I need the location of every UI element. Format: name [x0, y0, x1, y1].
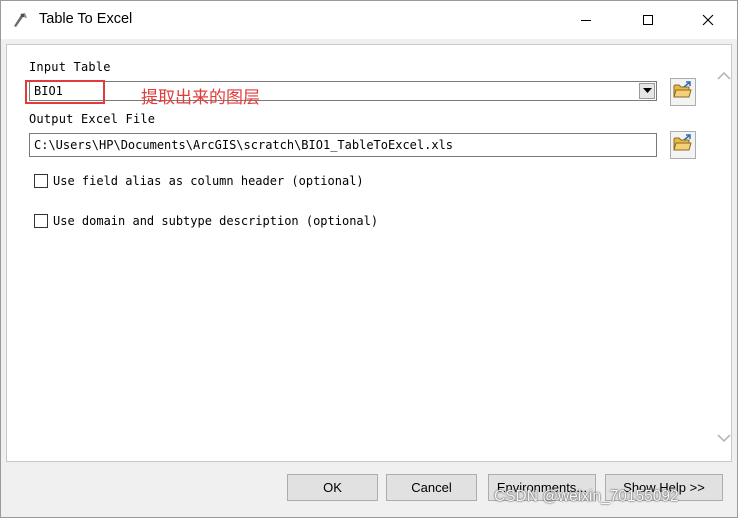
- close-button[interactable]: [685, 1, 731, 39]
- input-table-value: BIO1: [34, 84, 63, 98]
- field-alias-checkbox[interactable]: [34, 174, 48, 188]
- annotation-text: 提取出来的图层: [141, 88, 260, 108]
- cancel-button[interactable]: Cancel: [386, 474, 477, 501]
- input-table-label: Input Table: [29, 60, 111, 74]
- maximize-button[interactable]: [625, 1, 671, 39]
- ok-button[interactable]: OK: [287, 474, 378, 501]
- window-title: Table To Excel: [39, 11, 133, 27]
- dialog-window: Table To Excel Input Table BIO1 提取出来的图层: [0, 0, 738, 518]
- field-alias-option[interactable]: Use field alias as column header (option…: [34, 174, 364, 188]
- show-help-button[interactable]: Show Help >>: [605, 474, 723, 501]
- maximize-icon: [642, 11, 654, 30]
- scroll-down-arrow-icon[interactable]: [717, 429, 731, 443]
- minimize-button[interactable]: [563, 1, 609, 39]
- domain-subtype-checkbox[interactable]: [34, 214, 48, 228]
- browse-output-file-button[interactable]: [670, 131, 696, 159]
- input-table-combobox[interactable]: BIO1: [29, 81, 657, 101]
- close-icon: [702, 11, 714, 30]
- output-file-input[interactable]: [30, 134, 656, 156]
- output-file-field[interactable]: [29, 133, 657, 157]
- environments-button[interactable]: Environments...: [488, 474, 596, 501]
- domain-subtype-label: Use domain and subtype description (opti…: [53, 214, 379, 228]
- chevron-down-icon[interactable]: [639, 83, 655, 99]
- domain-subtype-option[interactable]: Use domain and subtype description (opti…: [34, 214, 378, 228]
- minimize-icon: [580, 11, 592, 30]
- parameters-panel: Input Table BIO1 提取出来的图层 Output Excel Fi…: [6, 44, 732, 462]
- open-folder-icon: [673, 81, 693, 103]
- field-alias-label: Use field alias as column header (option…: [53, 174, 364, 188]
- toolbox-icon: [11, 11, 29, 29]
- scroll-up-arrow-icon[interactable]: [717, 67, 731, 80]
- open-folder-icon: [673, 134, 693, 156]
- browse-input-table-button[interactable]: [670, 78, 696, 106]
- title-bar[interactable]: Table To Excel: [1, 1, 737, 39]
- output-file-label: Output Excel File: [29, 112, 156, 126]
